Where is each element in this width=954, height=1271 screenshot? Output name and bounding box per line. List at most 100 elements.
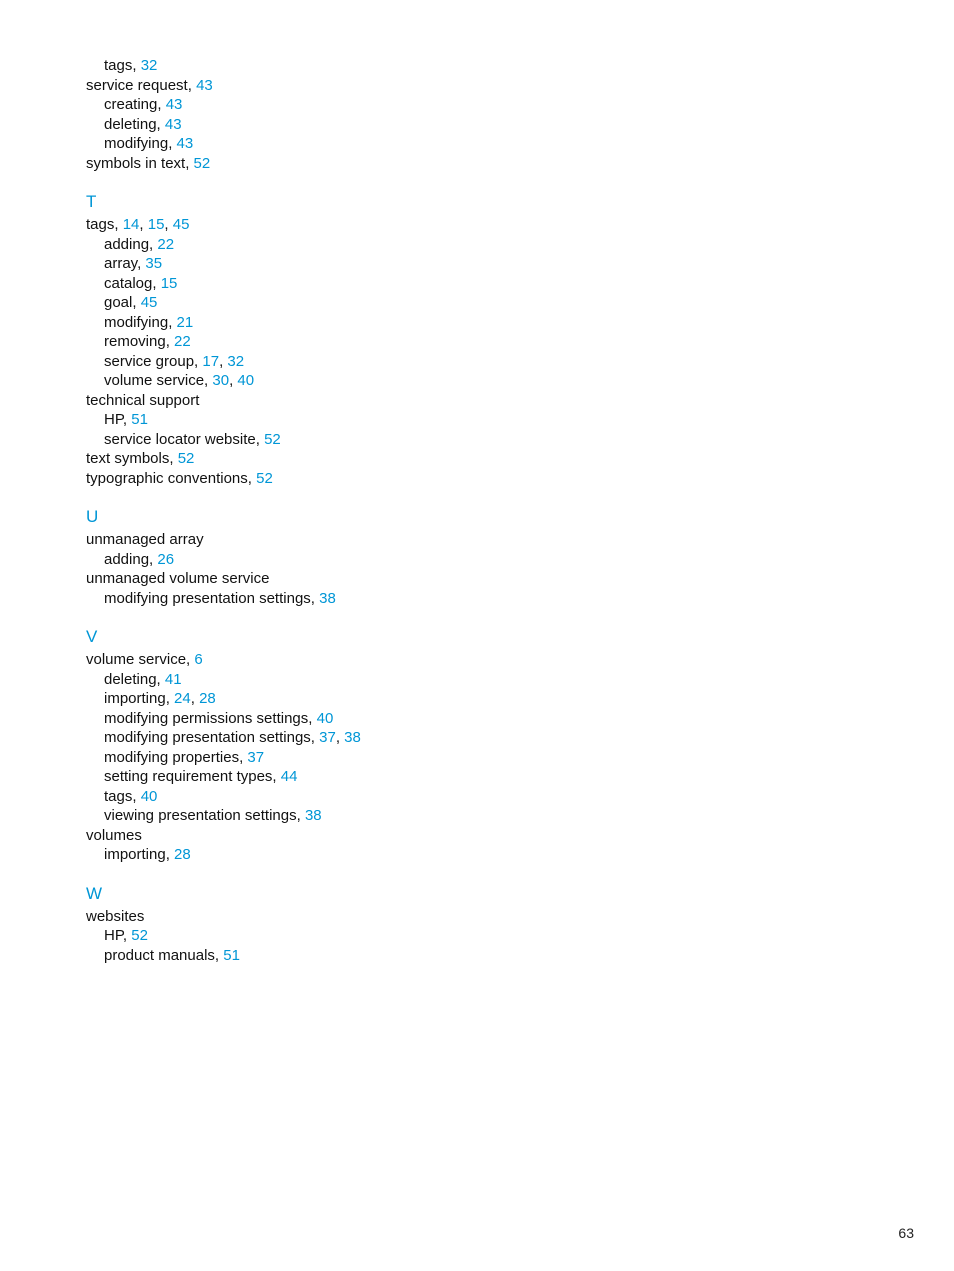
index-entry-text: technical support <box>86 392 199 409</box>
index-entry-text: HP <box>104 927 123 944</box>
index-entry: modifying presentation settings, 38 <box>104 589 890 609</box>
index-entry-text: modifying presentation settings <box>104 590 311 607</box>
index-separator: , <box>336 729 344 746</box>
index-separator: , <box>191 690 199 707</box>
index-entry-text: unmanaged array <box>86 531 204 548</box>
index-entry: typographic conventions, 52 <box>86 469 890 489</box>
index-page-link[interactable]: 14 <box>123 216 140 233</box>
index-entry-text: creating <box>104 96 157 113</box>
index-entry: viewing presentation settings, 38 <box>104 806 890 826</box>
index-entry-text: modifying <box>104 314 168 331</box>
index-page-link[interactable]: 17 <box>202 353 219 370</box>
index-separator: , <box>123 927 131 944</box>
index-page-link[interactable]: 21 <box>177 314 194 331</box>
index-section-heading: U <box>86 506 890 528</box>
index-page-link[interactable]: 52 <box>131 927 148 944</box>
index-entry-text: adding <box>104 236 149 253</box>
index-page-link[interactable]: 52 <box>256 470 273 487</box>
index-entry: tags, 14, 15, 45 <box>86 215 890 235</box>
index-page-link[interactable]: 38 <box>319 590 336 607</box>
index-entry: websites <box>86 907 890 927</box>
index-page-link[interactable]: 24 <box>174 690 191 707</box>
index-page-link[interactable]: 40 <box>141 788 158 805</box>
index-separator: , <box>185 155 193 172</box>
index-page-link[interactable]: 52 <box>178 450 195 467</box>
index-separator: , <box>168 135 176 152</box>
index-separator: , <box>311 729 319 746</box>
index-entry-text: service locator website <box>104 431 256 448</box>
index-page-link[interactable]: 43 <box>166 96 183 113</box>
index-entry-text: volume service <box>104 372 204 389</box>
index-page-link[interactable]: 37 <box>319 729 336 746</box>
index-page-link[interactable]: 37 <box>247 749 264 766</box>
index-page-link[interactable]: 52 <box>194 155 211 172</box>
index-page-link[interactable]: 43 <box>196 77 213 94</box>
index-entry: unmanaged volume service <box>86 569 890 589</box>
index-page-link[interactable]: 35 <box>145 255 162 272</box>
index-page-link[interactable]: 30 <box>212 372 229 389</box>
index-entry-text: catalog <box>104 275 152 292</box>
index-page-link[interactable]: 40 <box>317 710 334 727</box>
index-entry: array, 35 <box>104 254 890 274</box>
index-entry: tags, 40 <box>104 787 890 807</box>
index-entry-text: unmanaged volume service <box>86 570 269 587</box>
index-entry-text: deleting <box>104 671 157 688</box>
index-entry-text: service group <box>104 353 194 370</box>
index-entry-text: product manuals <box>104 947 215 964</box>
index-separator: , <box>114 216 122 233</box>
index-entry: deleting, 43 <box>104 115 890 135</box>
index-page-link[interactable]: 32 <box>141 57 158 74</box>
index-page-link[interactable]: 15 <box>148 216 165 233</box>
index-entry-text: modifying properties <box>104 749 239 766</box>
index-section-heading: T <box>86 191 890 213</box>
index-separator: , <box>157 96 165 113</box>
index-page-link[interactable]: 45 <box>141 294 158 311</box>
document-page: tags, 32service request, 43creating, 43d… <box>0 0 954 1271</box>
page-number: 63 <box>898 1225 914 1241</box>
index-page-link[interactable]: 38 <box>344 729 361 746</box>
index-entry-text: tags <box>104 57 132 74</box>
index-separator: , <box>166 846 174 863</box>
index-entry: HP, 51 <box>104 410 890 430</box>
index-entry: service request, 43 <box>86 76 890 96</box>
index-page-link[interactable]: 45 <box>173 216 190 233</box>
index-page-link[interactable]: 38 <box>305 807 322 824</box>
index-page-link[interactable]: 26 <box>157 551 174 568</box>
index-entry: service group, 17, 32 <box>104 352 890 372</box>
index-page-link[interactable]: 51 <box>131 411 148 428</box>
index-separator: , <box>169 450 177 467</box>
index-page-link[interactable]: 28 <box>199 690 216 707</box>
index-entry: unmanaged array <box>86 530 890 550</box>
index-entry: text symbols, 52 <box>86 449 890 469</box>
index-page-link[interactable]: 52 <box>264 431 281 448</box>
index-page-link[interactable]: 22 <box>174 333 191 350</box>
index-separator: , <box>132 57 140 74</box>
index-entry-text: modifying presentation settings <box>104 729 311 746</box>
index-entry: modifying, 21 <box>104 313 890 333</box>
index-separator: , <box>188 77 196 94</box>
index-entry-text: importing <box>104 690 166 707</box>
index-section-heading: V <box>86 626 890 648</box>
index-entry-text: tags <box>104 788 132 805</box>
index-separator: , <box>168 314 176 331</box>
index-page-link[interactable]: 28 <box>174 846 191 863</box>
index-page-link[interactable]: 51 <box>223 947 240 964</box>
index-page-link[interactable]: 43 <box>165 116 182 133</box>
index-entry: removing, 22 <box>104 332 890 352</box>
index-entry: goal, 45 <box>104 293 890 313</box>
index-page-link[interactable]: 32 <box>227 353 244 370</box>
index-entry-text: typographic conventions <box>86 470 248 487</box>
index-separator: , <box>123 411 131 428</box>
index-entry: adding, 26 <box>104 550 890 570</box>
index-page-link[interactable]: 43 <box>177 135 194 152</box>
index-page-link[interactable]: 22 <box>157 236 174 253</box>
index-page-link[interactable]: 40 <box>237 372 254 389</box>
index-page-link[interactable]: 15 <box>161 275 178 292</box>
index-entry: adding, 22 <box>104 235 890 255</box>
index-page-link[interactable]: 6 <box>194 651 202 668</box>
index-entry-text: service request <box>86 77 188 94</box>
index-entry: tags, 32 <box>104 56 890 76</box>
index-page-link[interactable]: 44 <box>281 768 298 785</box>
index-entry: product manuals, 51 <box>104 946 890 966</box>
index-page-link[interactable]: 41 <box>165 671 182 688</box>
